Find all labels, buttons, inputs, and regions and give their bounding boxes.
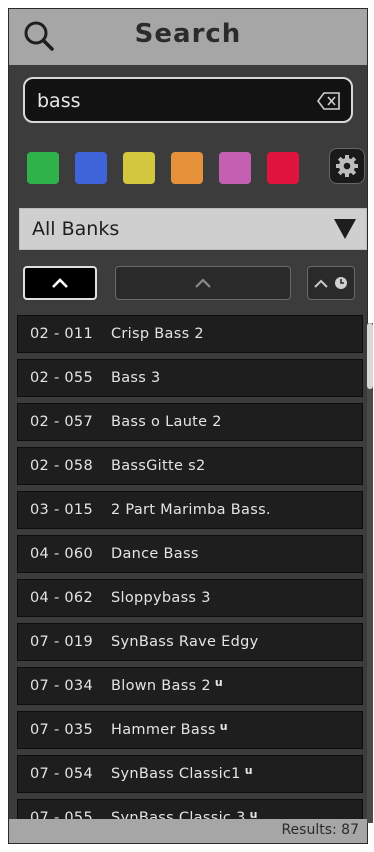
chevron-up-icon xyxy=(195,278,211,288)
search-panel: Search bass All Banks 02 - 011 Crisp Bas… xyxy=(8,8,373,844)
list-item[interactable]: 07 - 054 SynBass Classic1 u xyxy=(17,755,363,793)
patch-number: 02 - 011 xyxy=(30,326,93,342)
bank-dropdown-label: All Banks xyxy=(32,218,120,240)
patch-number: 03 - 015 xyxy=(30,502,93,518)
patch-name-text: 2 Part Marimba Bass. xyxy=(111,502,271,518)
list-item[interactable]: 02 - 058 BassGitte s2 xyxy=(17,447,363,485)
patch-name: SynBass Rave Edgy xyxy=(111,634,259,650)
list-item[interactable]: 02 - 011 Crisp Bass 2 xyxy=(17,315,363,353)
patch-name: Sloppybass 3 xyxy=(111,590,211,606)
list-item[interactable]: 07 - 019 SynBass Rave Edgy xyxy=(17,623,363,661)
list-item[interactable]: 02 - 055 Bass 3 xyxy=(17,359,363,397)
user-patch-marker: u xyxy=(214,676,224,689)
patch-name: BassGitte s2 xyxy=(111,458,206,474)
clear-icon[interactable] xyxy=(317,92,341,110)
search-field[interactable] xyxy=(23,77,353,123)
patch-name-text: Bass o Laute 2 xyxy=(111,414,222,430)
patch-name: Bass 3 xyxy=(111,370,161,386)
list-item[interactable]: 03 - 015 2 Part Marimba Bass. xyxy=(17,491,363,529)
settings-button[interactable] xyxy=(329,148,365,184)
patch-name: Crisp Bass 2 xyxy=(111,326,204,342)
scrollbar-thumb[interactable] xyxy=(367,323,373,389)
sort-by-name-button[interactable] xyxy=(115,266,291,300)
chevron-up-icon xyxy=(52,278,68,288)
patch-number: 07 - 054 xyxy=(30,766,93,782)
patch-number: 02 - 055 xyxy=(30,370,93,386)
chevron-up-icon xyxy=(314,279,328,288)
patch-name: 2 Part Marimba Bass. xyxy=(111,502,271,518)
patch-number: 07 - 034 xyxy=(30,678,93,694)
color-filter-row xyxy=(27,152,357,184)
list-item[interactable]: 04 - 062 Sloppybass 3 xyxy=(17,579,363,617)
user-patch-marker: u xyxy=(219,720,228,733)
patch-name-text: Dance Bass xyxy=(111,546,199,562)
patch-number: 04 - 060 xyxy=(30,546,93,562)
results-list: 02 - 011 Crisp Bass 2 02 - 055 Bass 3 02 - 0… xyxy=(17,315,363,825)
sort-by-number-button[interactable] xyxy=(23,266,97,300)
list-item[interactable]: 07 - 035 Hammer Bass u xyxy=(17,711,363,749)
scrollbar[interactable] xyxy=(367,323,373,823)
bank-dropdown[interactable]: All Banks xyxy=(19,208,367,250)
clock-icon xyxy=(335,277,347,289)
patch-name-text: Sloppybass 3 xyxy=(111,590,211,606)
patch-name-text: Hammer Bass xyxy=(111,722,216,738)
list-item[interactable]: 04 - 060 Dance Bass xyxy=(17,535,363,573)
color-swatch-blue[interactable] xyxy=(75,152,107,184)
patch-name-text: SynBass Rave Edgy xyxy=(111,634,259,650)
patch-number: 02 - 058 xyxy=(30,458,93,474)
patch-name-text: BassGitte s2 xyxy=(111,458,206,474)
patch-name: Dance Bass xyxy=(111,546,199,562)
status-bar: Results: 87 xyxy=(9,819,367,843)
user-patch-marker: u xyxy=(244,764,253,777)
patch-name-text: SynBass Classic1 xyxy=(111,766,241,782)
color-swatch-red[interactable] xyxy=(267,152,299,184)
results-count: Results: 87 xyxy=(281,822,359,838)
patch-number: 07 - 035 xyxy=(30,722,93,738)
patch-name: SynBass Classic1 u xyxy=(111,764,253,782)
color-swatch-yellow[interactable] xyxy=(123,152,155,184)
patch-name-text: Blown Bass 2 xyxy=(111,678,211,694)
dropdown-arrow-icon xyxy=(334,219,356,239)
gear-icon xyxy=(336,155,358,177)
patch-name-text: Bass 3 xyxy=(111,370,161,386)
patch-name: Bass o Laute 2 xyxy=(111,414,222,430)
header-bar: Search xyxy=(9,9,367,65)
page-title: Search xyxy=(134,19,242,49)
color-swatch-green[interactable] xyxy=(27,152,59,184)
patch-name: Blown Bass 2u xyxy=(111,676,224,694)
patch-name-text: Crisp Bass 2 xyxy=(111,326,204,342)
search-input[interactable] xyxy=(35,87,319,115)
patch-number: 02 - 057 xyxy=(30,414,93,430)
list-item[interactable]: 02 - 057 Bass o Laute 2 xyxy=(17,403,363,441)
patch-name: Hammer Bass u xyxy=(111,720,228,738)
list-item[interactable]: 07 - 034 Blown Bass 2u xyxy=(17,667,363,705)
color-swatch-pink[interactable] xyxy=(219,152,251,184)
patch-number: 04 - 062 xyxy=(30,590,93,606)
sort-by-recent-button[interactable] xyxy=(307,266,355,300)
color-swatch-orange[interactable] xyxy=(171,152,203,184)
patch-number: 07 - 019 xyxy=(30,634,93,650)
